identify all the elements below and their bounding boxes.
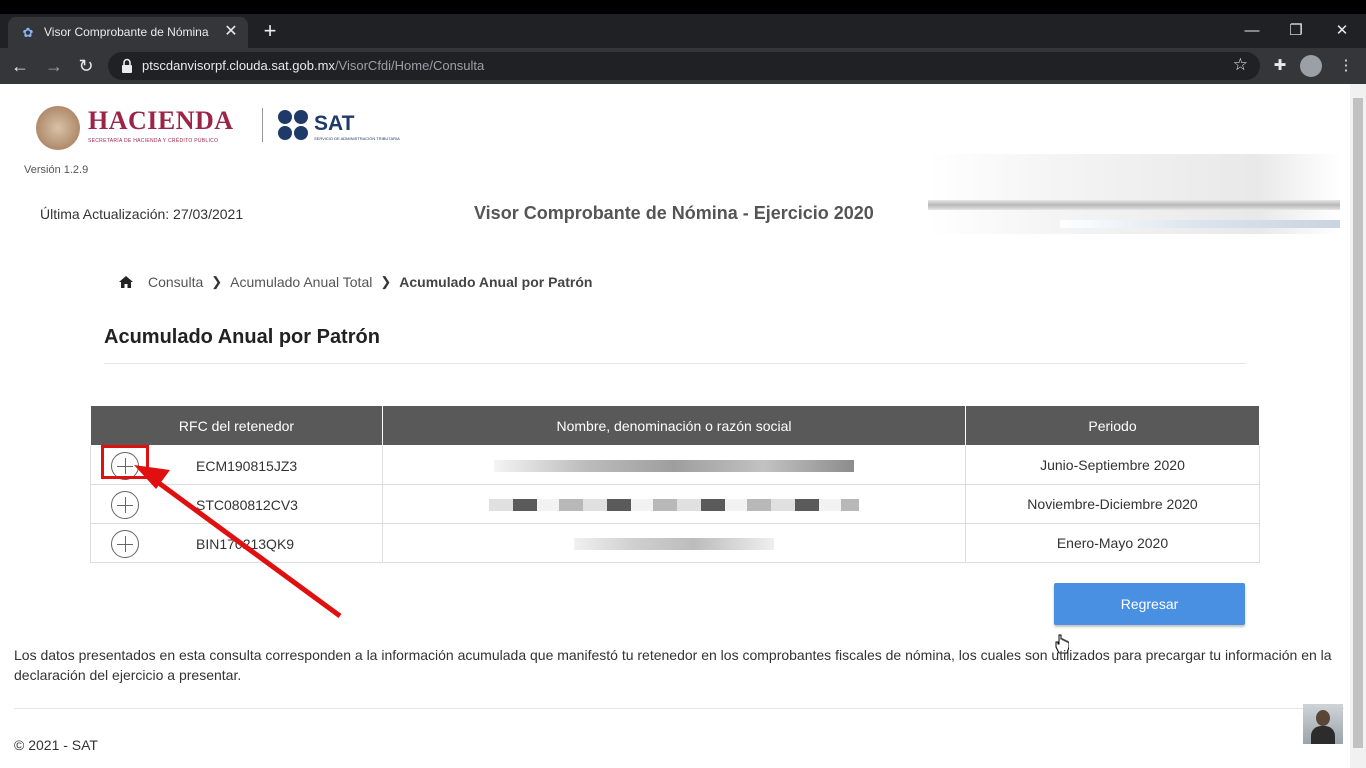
regresar-button[interactable]: Regresar xyxy=(1054,583,1245,625)
name-cell-redacted xyxy=(382,445,966,485)
national-seal-icon xyxy=(36,106,80,150)
rfc-value: ECM190815JZ3 xyxy=(196,458,298,474)
reload-icon[interactable]: ↻ xyxy=(74,54,98,78)
new-tab-icon[interactable]: + xyxy=(258,19,282,43)
webcam-overlay xyxy=(1303,704,1343,744)
table-row: ECM190815JZ3 Junio-Septiembre 2020 xyxy=(90,445,1260,485)
period-cell: Junio-Septiembre 2020 xyxy=(965,445,1260,485)
minimize-icon[interactable]: — xyxy=(1230,18,1274,44)
table-row: STC080812CV3 Noviembre-Diciembre 2020 xyxy=(90,484,1260,524)
tab-title: Visor Comprobante de Nómina xyxy=(44,25,209,39)
breadcrumb-consulta[interactable]: Consulta xyxy=(148,274,203,290)
bookmark-star-icon[interactable]: ☆ xyxy=(1233,55,1248,75)
extensions-icon[interactable]: ✚ xyxy=(1268,54,1292,78)
page-content: HACIENDA SECRETARÍA DE HACIENDA Y CRÉDIT… xyxy=(0,84,1350,768)
header-decoration-line xyxy=(928,200,1340,210)
browser-toolbar: ← → ↻ ptscdanvisorpf.clouda.sat.gob.mx/V… xyxy=(0,48,1366,84)
period-cell: Noviembre-Diciembre 2020 xyxy=(965,484,1260,524)
breadcrumb: Consulta ❯ Acumulado Anual Total ❯ Acumu… xyxy=(118,274,592,290)
redacted-name xyxy=(494,460,854,473)
footnote-text: Los datos presentados en esta consulta c… xyxy=(14,647,1332,683)
restore-icon[interactable]: ❐ xyxy=(1274,18,1318,44)
footer-divider xyxy=(14,708,1344,709)
browser-tab[interactable]: ✿ Visor Comprobante de Nómina ✕ xyxy=(8,17,248,48)
forward-icon[interactable]: → xyxy=(42,54,66,78)
rfc-cell: BIN170213QK9 xyxy=(90,523,383,563)
hacienda-logo-subtext: SECRETARÍA DE HACIENDA Y CRÉDITO PÚBLICO xyxy=(88,138,219,144)
table-header-row: RFC del retenedor Nombre, denominación o… xyxy=(90,405,1260,446)
element-1 xyxy=(1311,726,1335,744)
close-icon[interactable]: ✕ xyxy=(222,23,240,41)
copyright-text: © 2021 - SAT xyxy=(14,737,98,753)
last-update-label: Última Actualización: 27/03/2021 xyxy=(40,206,244,222)
redacted-name xyxy=(574,538,774,551)
profile-avatar[interactable] xyxy=(1300,55,1322,77)
globe-icon: ✿ xyxy=(22,25,34,40)
version-label: Versión 1.2.9 xyxy=(24,164,89,176)
breadcrumb-current: Acumulado Anual por Patrón xyxy=(399,274,593,290)
page-title: Visor Comprobante de Nómina - Ejercicio … xyxy=(474,203,874,223)
header-rfc: RFC del retenedor xyxy=(90,405,383,446)
name-cell-redacted xyxy=(382,523,966,563)
expand-plus-icon[interactable] xyxy=(111,491,139,519)
table-row: BIN170213QK9 Enero-Mayo 2020 xyxy=(90,523,1260,563)
url-path: /VisorCfdi/Home/Consulta xyxy=(334,58,485,73)
browser-window: ✿ Visor Comprobante de Nómina ✕ + — ❐ ✕ … xyxy=(0,14,1366,768)
name-cell-redacted xyxy=(382,484,966,524)
header-decoration-line-2 xyxy=(1060,220,1340,228)
rfc-value: BIN170213QK9 xyxy=(196,536,295,552)
menu-icon[interactable]: ⋮ xyxy=(1334,54,1358,78)
rfc-value: STC080812CV3 xyxy=(196,497,298,513)
url-host: ptscdanvisorpf.clouda.sat.gob.mx xyxy=(142,58,335,73)
sat-dots-icon xyxy=(278,110,310,142)
home-icon[interactable] xyxy=(118,274,134,290)
chevron-right-icon: ❯ xyxy=(211,274,223,289)
tab-bar: ✿ Visor Comprobante de Nómina ✕ + — ❐ ✕ xyxy=(0,14,1366,48)
header-period: Periodo xyxy=(965,405,1260,446)
hacienda-logo-text: HACIENDA xyxy=(88,106,234,135)
chevron-right-icon: ❯ xyxy=(380,274,392,289)
window-close-icon[interactable]: ✕ xyxy=(1320,18,1364,44)
period-cell: Enero-Mayo 2020 xyxy=(965,523,1260,563)
section-title: Acumulado Anual por Patrón xyxy=(104,326,380,348)
logo-divider xyxy=(262,108,263,142)
annotation-highlight-box xyxy=(101,445,149,479)
sat-logo-subtext: SERVICIO DE ADMINISTRACIÓN TRIBUTARIA xyxy=(314,136,400,141)
header-name: Nombre, denominación o razón social xyxy=(382,405,966,446)
rfc-cell: STC080812CV3 xyxy=(90,484,383,524)
lock-icon xyxy=(122,58,132,73)
scrollbar[interactable] xyxy=(1350,84,1366,768)
back-icon[interactable]: ← xyxy=(8,54,32,78)
person-icon xyxy=(1316,710,1330,726)
expand-plus-icon[interactable] xyxy=(111,530,139,558)
sat-logo-text: SAT xyxy=(314,112,355,135)
address-bar[interactable]: ptscdanvisorpf.clouda.sat.gob.mx/VisorCf… xyxy=(108,52,1260,80)
scrollbar-thumb[interactable] xyxy=(1353,98,1363,748)
breadcrumb-acumulado-total[interactable]: Acumulado Anual Total xyxy=(230,274,372,290)
divider xyxy=(104,363,1246,364)
employer-table: RFC del retenedor Nombre, denominación o… xyxy=(90,405,1260,563)
redacted-name xyxy=(489,499,859,512)
url-text: ptscdanvisorpf.clouda.sat.gob.mx/VisorCf… xyxy=(142,58,484,73)
